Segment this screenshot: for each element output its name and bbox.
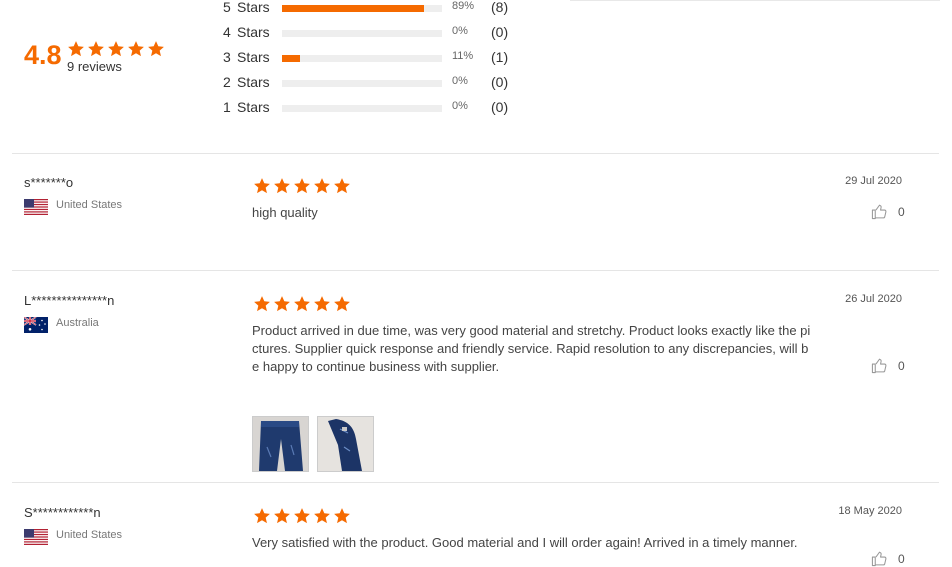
review-date: 29 Jul 2020 (845, 175, 902, 187)
helpful-button[interactable]: 0 (871, 357, 905, 374)
review-photos (252, 416, 382, 472)
us-flag-icon (24, 529, 48, 545)
distribution-bar-fill (282, 5, 425, 12)
star-icon (332, 507, 352, 525)
reviewer-name: s*******o (24, 175, 74, 190)
star-icon (146, 40, 166, 58)
review-rating (252, 295, 352, 313)
distribution-row-1[interactable]: 1 Stars 0% (0) (223, 99, 523, 119)
star-icon (252, 177, 272, 195)
review-rating (252, 507, 352, 525)
distribution-percent: 0% (452, 75, 468, 87)
star-label: Stars (237, 0, 270, 15)
star-label: Stars (237, 24, 270, 40)
divider (12, 270, 939, 271)
helpful-count: 0 (898, 551, 905, 566)
jeans-photo (318, 417, 373, 471)
star-icon (312, 295, 332, 313)
reviewer-name: L***************n (24, 293, 115, 308)
distribution-count: (1) (491, 49, 509, 65)
review-count: 9 reviews (67, 59, 122, 74)
thumbs-up-icon[interactable] (871, 203, 888, 220)
review-rating (252, 177, 352, 195)
thumbs-up-icon[interactable] (871, 357, 888, 374)
review-photo-thumbnail[interactable] (252, 416, 309, 472)
star-level: 2 (223, 74, 231, 90)
distribution-bar (282, 80, 442, 87)
thumbs-up-icon[interactable] (871, 550, 888, 567)
star-label: Stars (237, 49, 270, 65)
reviewer-country: United States (56, 199, 123, 211)
distribution-row-4[interactable]: 4 Stars 0% (0) (223, 24, 523, 44)
distribution-row-3[interactable]: 3 Stars 11% (1) (223, 49, 523, 69)
helpful-count: 0 (898, 358, 905, 373)
distribution-bar (282, 5, 442, 12)
star-label: Stars (237, 99, 270, 115)
average-stars (66, 40, 166, 58)
review-text: high quality (252, 205, 318, 220)
distribution-row-2[interactable]: 2 Stars 0% (0) (223, 74, 523, 94)
divider (12, 482, 939, 483)
average-rating: 4.8 (24, 40, 62, 70)
star-icon (292, 177, 312, 195)
reviewer-country: Australia (56, 317, 99, 329)
reviewer-country: United States (56, 529, 123, 541)
reviewer-name: S************n (24, 505, 101, 520)
distribution-row-5[interactable]: 5 Stars 89% (8) (223, 0, 523, 19)
au-flag-icon (24, 317, 48, 333)
us-flag-icon (24, 199, 48, 215)
review-photo-thumbnail[interactable] (317, 416, 374, 472)
review-date: 26 Jul 2020 (845, 293, 902, 305)
star-level: 5 (223, 0, 231, 15)
distribution-percent: 11% (452, 50, 474, 62)
star-icon (106, 40, 126, 58)
review-date: 18 May 2020 (838, 505, 902, 517)
star-level: 4 (223, 24, 231, 40)
star-icon (252, 507, 272, 525)
star-icon (272, 295, 292, 313)
distribution-count: (0) (491, 99, 509, 115)
star-icon (312, 177, 332, 195)
star-icon (272, 177, 292, 195)
star-level: 1 (223, 99, 231, 115)
divider (12, 153, 939, 154)
jeans-photo (253, 417, 308, 471)
distribution-count: (8) (491, 0, 509, 15)
top-divider (570, 0, 940, 1)
star-icon (312, 507, 332, 525)
distribution-bar (282, 55, 442, 62)
star-icon (86, 40, 106, 58)
distribution-percent: 0% (452, 100, 468, 112)
distribution-percent: 89% (452, 0, 475, 12)
star-icon (292, 507, 312, 525)
distribution-bar (282, 105, 442, 112)
helpful-button[interactable]: 0 (871, 550, 905, 567)
review-text: Product arrived in due time, was very go… (252, 323, 811, 374)
distribution-percent: 0% (452, 25, 468, 37)
star-icon (272, 507, 292, 525)
distribution-bar-fill (282, 55, 300, 62)
star-icon (66, 40, 86, 58)
helpful-button[interactable]: 0 (871, 203, 905, 220)
review-text: Very satisfied with the product. Good ma… (252, 535, 798, 550)
star-label: Stars (237, 74, 270, 90)
star-icon (126, 40, 146, 58)
star-icon (292, 295, 312, 313)
distribution-count: (0) (491, 74, 509, 90)
distribution-count: (0) (491, 24, 509, 40)
helpful-count: 0 (898, 204, 905, 219)
star-icon (332, 295, 352, 313)
star-icon (252, 295, 272, 313)
star-level: 3 (223, 49, 231, 65)
distribution-bar (282, 30, 442, 37)
star-icon (332, 177, 352, 195)
